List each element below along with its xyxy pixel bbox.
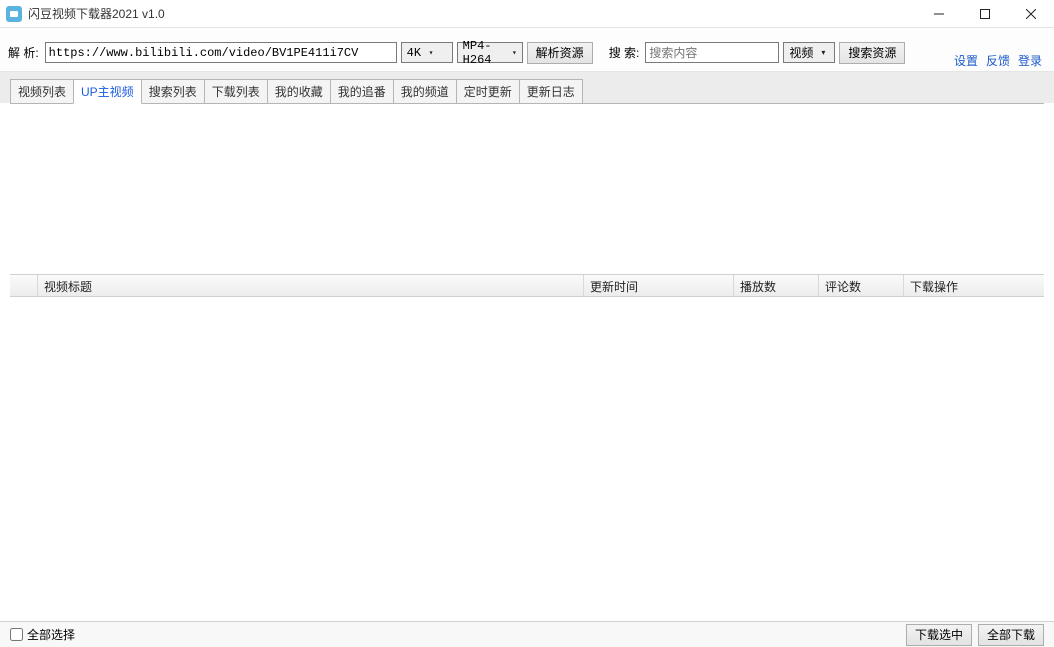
format-value: MP4-H264 — [463, 39, 506, 67]
chevron-down-icon: ▾ — [509, 48, 520, 58]
download-all-button[interactable]: 全部下载 — [978, 624, 1044, 646]
col-action: 下载操作 — [904, 275, 1044, 296]
window-title: 闪豆视频下载器2021 v1.0 — [28, 5, 916, 22]
close-button[interactable] — [1008, 0, 1054, 28]
up-info-panel — [10, 104, 1044, 274]
tab-0[interactable]: 视频列表 — [10, 79, 74, 103]
chevron-down-icon: ▾ — [424, 48, 438, 58]
window-controls — [916, 0, 1054, 27]
col-plays: 播放数 — [734, 275, 819, 296]
app-icon — [6, 6, 22, 22]
table-body — [10, 297, 1044, 619]
titlebar: 闪豆视频下载器2021 v1.0 — [0, 0, 1054, 28]
search-type-value: 视频 — [789, 44, 813, 61]
col-comments: 评论数 — [819, 275, 904, 296]
download-selected-button[interactable]: 下载选中 — [906, 624, 972, 646]
login-link[interactable]: 登录 — [1018, 52, 1042, 69]
select-all-label: 全部选择 — [27, 626, 75, 643]
url-input[interactable] — [45, 42, 397, 63]
col-title: 视频标题 — [38, 275, 584, 296]
tab-3[interactable]: 下载列表 — [204, 79, 268, 103]
tab-5[interactable]: 我的追番 — [330, 79, 394, 103]
footer: 全部选择 下载选中 全部下载 — [0, 621, 1054, 647]
content-area: 视频标题 更新时间 播放数 评论数 下载操作 — [10, 103, 1044, 619]
maximize-button[interactable] — [962, 0, 1008, 28]
format-select[interactable]: MP4-H264 ▾ — [457, 42, 523, 63]
tab-6[interactable]: 我的频道 — [393, 79, 457, 103]
tab-4[interactable]: 我的收藏 — [267, 79, 331, 103]
settings-link[interactable]: 设置 — [954, 52, 978, 69]
search-type-select[interactable]: 视频 ▾ — [783, 42, 835, 63]
feedback-link[interactable]: 反馈 — [986, 52, 1010, 69]
select-all-input[interactable] — [10, 628, 23, 641]
search-label: 搜 索: — [609, 44, 640, 61]
tab-1[interactable]: UP主视频 — [73, 79, 142, 104]
search-input[interactable] — [645, 42, 779, 63]
top-links: 设置 反馈 登录 — [954, 52, 1046, 71]
tab-8[interactable]: 更新日志 — [519, 79, 583, 103]
parse-label: 解 析: — [8, 44, 39, 61]
col-checkbox — [10, 275, 38, 296]
col-update-time: 更新时间 — [584, 275, 734, 296]
quality-select[interactable]: 4K ▾ — [401, 42, 453, 63]
table-header: 视频标题 更新时间 播放数 评论数 下载操作 — [10, 275, 1044, 297]
tab-7[interactable]: 定时更新 — [456, 79, 520, 103]
video-table: 视频标题 更新时间 播放数 评论数 下载操作 — [10, 274, 1044, 619]
parse-button[interactable]: 解析资源 — [527, 42, 593, 64]
tabs: 视频列表UP主视频搜索列表下载列表我的收藏我的追番我的频道定时更新更新日志 — [0, 72, 1054, 103]
minimize-button[interactable] — [916, 0, 962, 28]
quality-value: 4K — [407, 46, 421, 60]
toolbar: 解 析: 4K ▾ MP4-H264 ▾ 解析资源 搜 索: 视频 ▾ 搜索资源… — [0, 28, 1054, 72]
chevron-down-icon: ▾ — [816, 48, 830, 57]
search-button[interactable]: 搜索资源 — [839, 42, 905, 64]
select-all-checkbox[interactable]: 全部选择 — [10, 626, 75, 643]
tab-2[interactable]: 搜索列表 — [141, 79, 205, 103]
